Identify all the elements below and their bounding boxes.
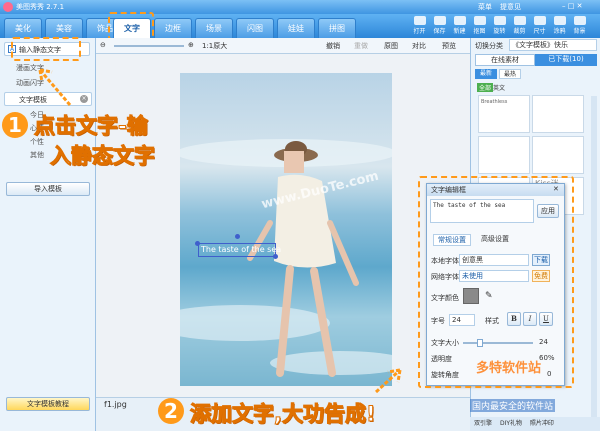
save-icon [433, 16, 446, 25]
cutout-button[interactable]: 抠图 [471, 16, 488, 35]
highlight-input-text [11, 37, 81, 61]
status-item-3[interactable]: 照片冲印 [530, 420, 554, 427]
preview-button[interactable]: 预览 [442, 41, 456, 51]
photo-scene [180, 139, 392, 377]
resize-handle[interactable] [273, 254, 278, 259]
canvas-toolbar: ⊖ ⊕ 1:1原大 撤销 重做 原图 对比 预览 [96, 38, 470, 54]
scrollbar[interactable] [591, 96, 597, 426]
title-bar: 美图秀秀 2.7.1 菜单 提意见 – □ ✕ [0, 0, 600, 14]
zoom-out-icon[interactable]: ⊖ [100, 41, 106, 49]
main-nav: 美化 美容 饰品 文字 边框 场景 闪图 娃娃 拼图 打开 保存 新建 抠图 旋… [0, 14, 600, 38]
step1-badge: 1 [2, 112, 28, 138]
site-watermark: 多特软件站 [476, 361, 542, 376]
resize-handle[interactable] [195, 241, 200, 246]
tab-face[interactable]: 美容 [45, 18, 83, 38]
resize-icon [533, 16, 546, 25]
zoom-in-icon[interactable]: ⊕ [188, 41, 194, 49]
tab-downloaded[interactable]: 已下载(10) [535, 54, 597, 66]
resize-button[interactable]: 尺寸 [531, 16, 548, 35]
menu-link[interactable]: 菜单 [478, 2, 492, 12]
background-button[interactable]: 背景 [571, 16, 588, 35]
new-button[interactable]: 新建 [451, 16, 468, 35]
redo-button[interactable]: 重做 [354, 41, 368, 51]
crop-button[interactable]: 裁剪 [511, 16, 528, 35]
app-logo-icon [3, 2, 13, 12]
template-thumb[interactable] [478, 136, 530, 174]
filter-latest[interactable]: 最新 [475, 69, 497, 79]
step1-line2: 入静态文字 [50, 144, 156, 169]
photo[interactable]: www.DuoTe.com The taste of the sea [180, 73, 392, 386]
crop-icon [513, 16, 526, 25]
compare-button[interactable]: 对比 [412, 41, 426, 51]
rotate-button[interactable]: 旋转 [491, 16, 508, 35]
doodle-icon [553, 16, 566, 25]
rotate-icon [493, 16, 506, 25]
category-select[interactable]: 《文字模板》快乐 [509, 39, 597, 51]
import-template-button[interactable]: 导入模板 [6, 182, 90, 196]
tab-collage[interactable]: 拼图 [318, 18, 356, 38]
filter-hot[interactable]: 最热 [499, 69, 521, 79]
undo-button[interactable]: 撤销 [326, 41, 340, 51]
template-sub-4[interactable]: 其他 [30, 150, 44, 160]
zoom-slider[interactable] [114, 45, 184, 47]
tab-doll[interactable]: 娃娃 [277, 18, 315, 38]
step1-line1: 点击文字-输 [34, 114, 149, 139]
new-icon [453, 16, 466, 25]
template-thumb[interactable]: Breathless [478, 95, 530, 133]
tab-flash[interactable]: 闪图 [236, 18, 274, 38]
collapse-icon[interactable]: × [80, 95, 88, 103]
rotate-handle[interactable] [235, 234, 240, 239]
original-button[interactable]: 原图 [384, 41, 398, 51]
cutout-icon [473, 16, 486, 25]
step2-badge: 2 [158, 398, 184, 424]
arrow-icon [38, 68, 72, 106]
photo-text-box[interactable]: The taste of the sea [198, 243, 281, 257]
window-controls[interactable]: – □ ✕ [562, 2, 582, 10]
site-watermark-sub: 国内最安全的软件站 [470, 399, 556, 412]
tab-beautify[interactable]: 美化 [4, 18, 42, 38]
zoom-level[interactable]: 1:1原大 [202, 41, 227, 51]
template-thumb[interactable] [532, 136, 584, 174]
lang-all[interactable]: 全部 [477, 83, 494, 92]
lang-en[interactable]: 英文 [493, 83, 505, 92]
template-thumb[interactable] [532, 95, 584, 133]
tab-border[interactable]: 边框 [154, 18, 192, 38]
save-button[interactable]: 保存 [431, 16, 448, 35]
highlight-text-tab [108, 12, 154, 40]
background-icon [573, 16, 586, 25]
status-item-2[interactable]: DIY礼物 [500, 420, 522, 427]
tab-online-materials[interactable]: 在线素材 [475, 54, 535, 66]
open-button[interactable]: 打开 [411, 16, 428, 35]
tab-scene[interactable]: 场景 [195, 18, 233, 38]
right-status-bar: 双引擎 DIY礼物 照片冲印 [470, 417, 600, 431]
template-tutorial-button[interactable]: 文字模板教程 [6, 397, 90, 411]
app-title: 美图秀秀 2.7.1 [16, 3, 65, 11]
folder-icon [413, 16, 426, 25]
category-label: 切换分类 [475, 42, 503, 50]
file-name: f1.jpg [104, 400, 127, 409]
doodle-button[interactable]: 涂鸦 [551, 16, 568, 35]
arrow-icon [374, 368, 402, 394]
step2-text: 添加文字,大功告成! [190, 402, 377, 427]
status-item-1[interactable]: 双引擎 [474, 420, 492, 427]
feedback-link[interactable]: 提意见 [500, 2, 521, 12]
